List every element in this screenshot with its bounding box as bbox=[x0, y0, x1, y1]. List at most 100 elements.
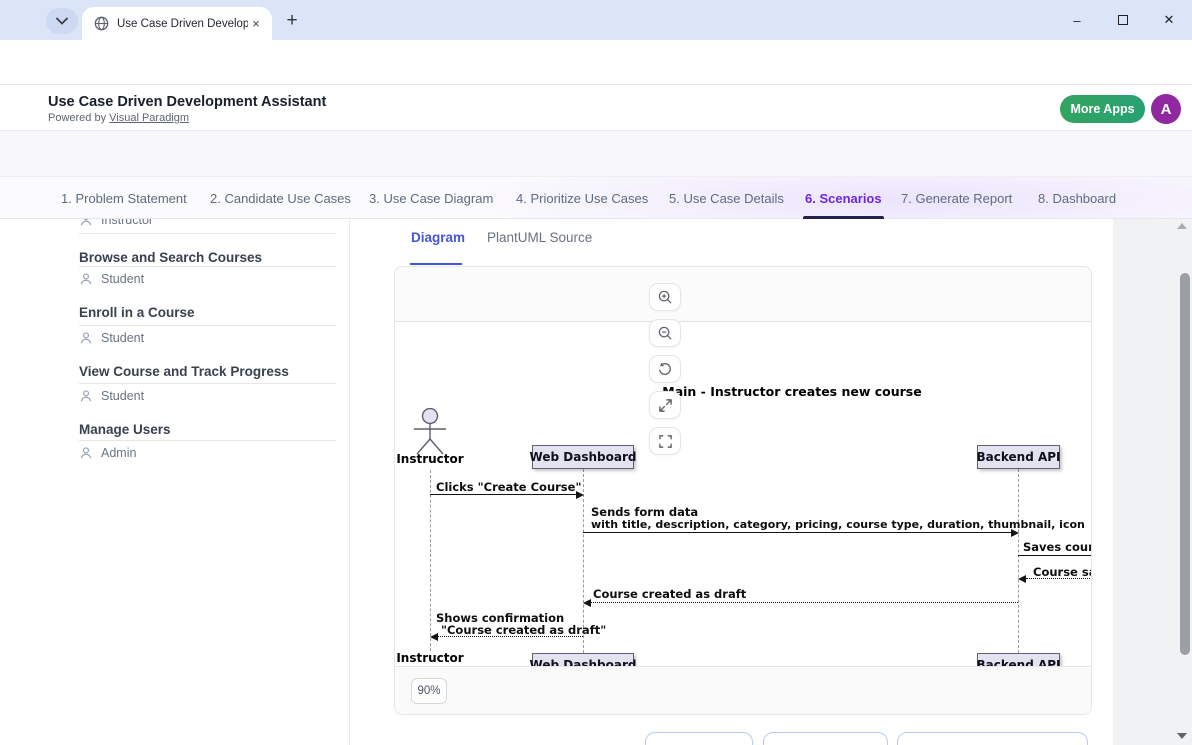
divider bbox=[79, 383, 336, 384]
use-case-title[interactable]: View Course and Track Progress bbox=[79, 364, 289, 379]
import-to-visual-paradigm-button[interactable]: Import to Visual Paradigm bbox=[897, 732, 1088, 745]
arrowhead-icon bbox=[583, 599, 591, 607]
divider bbox=[79, 266, 336, 267]
fullscreen-button[interactable] bbox=[649, 427, 681, 455]
divider bbox=[79, 233, 336, 234]
message-label: Clicks "Create Course" bbox=[436, 480, 581, 494]
step-problem-statement[interactable]: 1. Problem Statement bbox=[61, 177, 187, 219]
arrowhead-icon bbox=[1018, 575, 1026, 583]
use-case-actor[interactable]: Student bbox=[79, 331, 144, 345]
zoom-level-chip[interactable]: 90% bbox=[411, 678, 447, 704]
new-tab-button[interactable]: + bbox=[280, 10, 304, 34]
step-dashboard[interactable]: 8. Dashboard bbox=[1038, 177, 1116, 219]
scrollbar-thumb[interactable] bbox=[1180, 273, 1190, 655]
actor-label: Admin bbox=[101, 446, 136, 460]
tab-title: Use Case Driven Development A bbox=[117, 18, 248, 30]
divider bbox=[79, 440, 336, 441]
workflow-steps: 1. Problem Statement 2. Candidate Use Ca… bbox=[0, 176, 1192, 219]
use-case-actor-clipped[interactable]: Instructor bbox=[79, 219, 153, 227]
person-icon bbox=[79, 389, 93, 403]
message-line bbox=[591, 602, 1018, 603]
more-apps-button[interactable]: More Apps bbox=[1060, 95, 1145, 123]
use-case-actor[interactable]: Student bbox=[79, 389, 144, 403]
screen: Use Case Driven Development A × + – ✕ ai… bbox=[0, 0, 1192, 745]
message-line bbox=[583, 532, 1012, 533]
use-case-actor[interactable]: Student bbox=[79, 272, 144, 286]
tab-search-button[interactable] bbox=[46, 8, 78, 34]
actor-label: Student bbox=[101, 331, 144, 345]
arrowhead-icon bbox=[1011, 529, 1019, 537]
use-case-sidebar: Instructor Browse and Search Courses Stu… bbox=[0, 219, 350, 745]
maximize-icon bbox=[1118, 15, 1128, 25]
actor-figure bbox=[408, 666, 452, 667]
participant-backend-api-bottom: Backend API bbox=[977, 653, 1060, 667]
window-minimize-button[interactable]: – bbox=[1054, 0, 1100, 40]
app-title: Use Case Driven Development Assistant bbox=[48, 94, 326, 110]
scroll-up-icon[interactable] bbox=[1177, 223, 1187, 229]
lifeline bbox=[1018, 469, 1019, 653]
message-line bbox=[438, 636, 583, 637]
person-icon bbox=[79, 446, 93, 460]
content-area: Instructor Browse and Search Courses Stu… bbox=[0, 219, 1192, 745]
use-case-actor[interactable]: Admin bbox=[79, 446, 136, 460]
sequence-diagram-canvas[interactable]: Main - Instructor creates new course Ins… bbox=[395, 321, 1091, 667]
expand-button[interactable] bbox=[649, 391, 681, 419]
person-icon bbox=[79, 272, 93, 286]
zoom-in-button[interactable] bbox=[649, 283, 681, 311]
step-scenarios[interactable]: 6. Scenarios bbox=[805, 177, 882, 219]
message-line bbox=[1026, 578, 1091, 579]
chevron-down-icon bbox=[56, 17, 68, 25]
step-generate-report[interactable]: 7. Generate Report bbox=[901, 177, 1012, 219]
powered-by: Powered by Visual Paradigm bbox=[48, 112, 189, 124]
diagram-title: Main - Instructor creates new course bbox=[642, 384, 942, 399]
scroll-down-icon[interactable] bbox=[1177, 733, 1187, 739]
active-tab-underline bbox=[410, 263, 462, 265]
arrowhead-icon bbox=[430, 633, 438, 641]
diagram-footer: 90% bbox=[395, 668, 1091, 714]
message-label: Course saved bbox=[1033, 565, 1091, 579]
message-label-line2: "Course created as draft" bbox=[441, 623, 606, 637]
reset-icon bbox=[657, 361, 673, 377]
export-svg-button[interactable]: Export SVG bbox=[645, 732, 753, 745]
visual-paradigm-link[interactable]: Visual Paradigm bbox=[109, 112, 189, 124]
copy-image-button[interactable]: Copy Image bbox=[763, 732, 888, 745]
reset-view-button[interactable] bbox=[649, 355, 681, 383]
message-label: Sends form data bbox=[591, 505, 698, 519]
window-close-button[interactable]: ✕ bbox=[1146, 0, 1192, 40]
message-line bbox=[1018, 555, 1091, 556]
diagram-card: Main - Instructor creates new course Ins… bbox=[394, 266, 1092, 715]
actor-label: Student bbox=[101, 272, 144, 286]
zoom-in-icon bbox=[657, 289, 673, 305]
user-avatar[interactable]: A bbox=[1151, 94, 1181, 124]
divider bbox=[79, 325, 336, 326]
step-use-case-diagram[interactable]: 3. Use Case Diagram bbox=[369, 177, 493, 219]
zoom-out-icon bbox=[657, 325, 673, 341]
tab-plantuml-source[interactable]: PlantUML Source bbox=[487, 230, 592, 245]
zoom-out-button[interactable] bbox=[649, 319, 681, 347]
message-label: Saves course bbox=[1023, 540, 1091, 554]
menu-bar: File Search Examples ? Help bbox=[0, 131, 1192, 176]
browser-toolbar: ai-toolbox.visual-paradigm.com/app/use-c… bbox=[0, 40, 1192, 85]
actor-name-top: Instructor bbox=[395, 452, 480, 466]
participant-web-dashboard-bottom: Web Dashboard bbox=[532, 653, 634, 667]
actor-name-bottom: Instructor bbox=[395, 651, 480, 665]
actor-label: Student bbox=[101, 389, 144, 403]
scroll-track[interactable] bbox=[1113, 219, 1192, 745]
powered-by-prefix: Powered by bbox=[48, 112, 106, 124]
step-prioritize-use-cases[interactable]: 4. Prioritize Use Cases bbox=[516, 177, 648, 219]
use-case-title[interactable]: Manage Users bbox=[79, 422, 171, 437]
window-maximize-button[interactable] bbox=[1100, 0, 1146, 40]
tab-close-icon[interactable]: × bbox=[248, 16, 264, 32]
step-candidate-use-cases[interactable]: 2. Candidate Use Cases bbox=[210, 177, 351, 219]
fullscreen-icon bbox=[658, 434, 673, 449]
browser-tab[interactable]: Use Case Driven Development A × bbox=[82, 7, 272, 40]
lifeline bbox=[430, 470, 431, 651]
actor-figure bbox=[408, 408, 452, 458]
use-case-title[interactable]: Browse and Search Courses bbox=[79, 250, 262, 265]
use-case-title[interactable]: Enroll in a Course bbox=[79, 305, 195, 320]
step-use-case-details[interactable]: 5. Use Case Details bbox=[669, 177, 784, 219]
window-controls: – ✕ bbox=[1054, 0, 1192, 40]
participant-web-dashboard-top: Web Dashboard bbox=[532, 445, 634, 469]
message-line bbox=[430, 494, 577, 495]
tab-diagram[interactable]: Diagram bbox=[411, 230, 465, 245]
